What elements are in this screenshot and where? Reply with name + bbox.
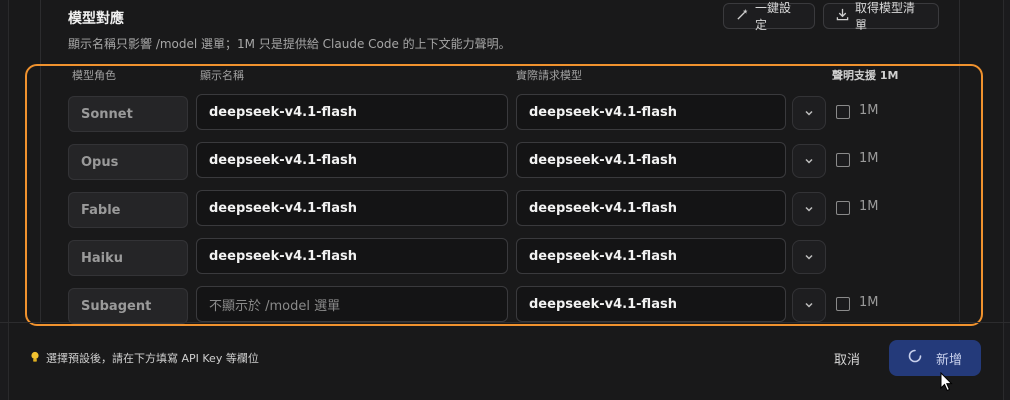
- support-1m-label: 1M: [859, 199, 879, 214]
- support-1m-label: 1M: [859, 295, 879, 310]
- add-button[interactable]: 新增: [889, 340, 981, 376]
- display-name-input[interactable]: deepseek-v4.1-flash: [196, 190, 508, 226]
- support-1m-label: 1M: [859, 103, 879, 118]
- footer-divider: [0, 322, 1010, 323]
- magic-wand-icon: [736, 8, 749, 24]
- footer-tip: 選擇預設後，請在下方填寫 API Key 等欄位: [30, 350, 259, 366]
- support-1m-checkbox[interactable]: [836, 201, 850, 215]
- mapping-row-sonnet: Sonnet deepseek-v4.1-flash deepseek-v4.1…: [0, 94, 1010, 134]
- support-1m-checkbox[interactable]: [836, 153, 850, 167]
- fetch-model-list-button[interactable]: 取得模型清單: [823, 1, 939, 32]
- fetch-model-list-label: 取得模型清單: [855, 1, 916, 32]
- column-header-1m-support: 聲明支援 1M: [832, 69, 899, 82]
- column-header-display-name: 顯示名稱: [200, 69, 244, 82]
- model-dropdown-button[interactable]: [792, 288, 826, 322]
- support-1m-label: 1M: [859, 151, 879, 166]
- display-name-input[interactable]: 不顯示於 /model 選單: [196, 286, 508, 322]
- model-input[interactable]: deepseek-v4.1-flash: [516, 94, 786, 130]
- model-input[interactable]: deepseek-v4.1-flash: [516, 238, 786, 274]
- footer-tip-text: 選擇預設後，請在下方填寫 API Key 等欄位: [46, 352, 259, 365]
- support-1m-checkbox[interactable]: [836, 297, 850, 311]
- model-dropdown-button[interactable]: [792, 144, 826, 178]
- one-click-setup-label: 一鍵設定: [755, 1, 792, 32]
- section-title: 模型對應: [68, 11, 124, 27]
- chevron-down-icon: [803, 248, 815, 267]
- model-input[interactable]: deepseek-v4.1-flash: [516, 142, 786, 178]
- chevron-down-icon: [803, 152, 815, 171]
- role-label: Subagent: [68, 288, 188, 324]
- loading-spinner-icon: [908, 349, 922, 367]
- model-dropdown-button[interactable]: [792, 192, 826, 226]
- mapping-row-opus: Opus deepseek-v4.1-flash deepseek-v4.1-f…: [0, 142, 1010, 182]
- download-icon: [836, 8, 849, 24]
- model-input[interactable]: deepseek-v4.1-flash: [516, 286, 786, 322]
- model-dropdown-button[interactable]: [792, 240, 826, 274]
- cancel-button[interactable]: 取消: [818, 340, 876, 376]
- mapping-row-fable: Fable deepseek-v4.1-flash deepseek-v4.1-…: [0, 190, 1010, 230]
- display-name-input[interactable]: deepseek-v4.1-flash: [196, 142, 508, 178]
- chevron-down-icon: [803, 200, 815, 219]
- display-name-input[interactable]: deepseek-v4.1-flash: [196, 238, 508, 274]
- section-subtitle: 顯示名稱只影響 /model 選單；1M 只是提供給 Claude Code 的…: [68, 37, 511, 51]
- model-dropdown-button[interactable]: [792, 96, 826, 130]
- model-input[interactable]: deepseek-v4.1-flash: [516, 190, 786, 226]
- column-header-role: 模型角色: [72, 69, 116, 82]
- mapping-row-haiku: Haiku deepseek-v4.1-flash deepseek-v4.1-…: [0, 238, 1010, 278]
- role-label: Fable: [68, 192, 188, 228]
- lightbulb-icon: [30, 351, 40, 366]
- one-click-setup-button[interactable]: 一鍵設定: [723, 1, 815, 32]
- column-header-actual-model: 實際請求模型: [516, 69, 582, 82]
- mapping-row-subagent: Subagent 不顯示於 /model 選單 deepseek-v4.1-fl…: [0, 286, 1010, 326]
- display-name-input[interactable]: deepseek-v4.1-flash: [196, 94, 508, 130]
- role-label: Opus: [68, 144, 188, 180]
- chevron-down-icon: [803, 296, 815, 315]
- add-button-label: 新增: [935, 352, 962, 368]
- mouse-cursor-icon: [940, 371, 954, 396]
- chevron-down-icon: [803, 104, 815, 123]
- support-1m-checkbox[interactable]: [836, 105, 850, 119]
- role-label: Sonnet: [68, 96, 188, 132]
- role-label: Haiku: [68, 240, 188, 276]
